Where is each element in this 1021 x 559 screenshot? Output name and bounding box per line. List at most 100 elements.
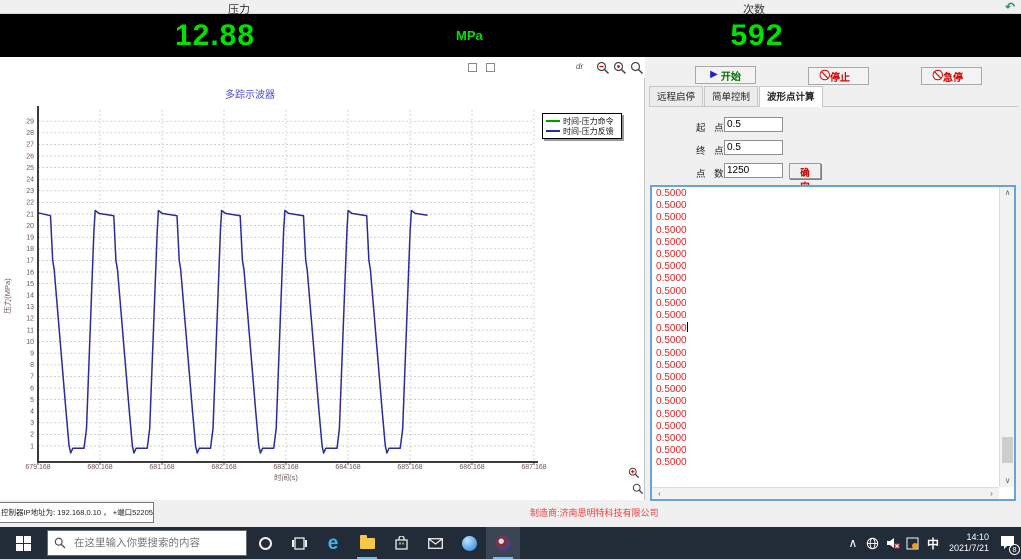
zoom-region-icon[interactable]	[613, 61, 627, 75]
mail-button[interactable]	[418, 527, 452, 559]
chart-panel: dr 多踪示波器 1234567891011121314151617181920…	[0, 57, 645, 500]
tab-1[interactable]: 远程启停	[649, 86, 703, 106]
network-globe-icon[interactable]	[863, 527, 883, 559]
y-tick-label: 17	[26, 258, 34, 265]
y-tick-label: 7	[30, 374, 34, 381]
start-menu-button[interactable]	[0, 527, 46, 559]
hidden-icons-chevron[interactable]: ∧	[843, 527, 863, 559]
y-tick-label: 14	[26, 293, 34, 300]
y-zoom-icon[interactable]	[632, 483, 644, 495]
notification-badge: 8	[1009, 544, 1020, 555]
task-view-button[interactable]	[282, 527, 316, 559]
y-tick-label: 28	[26, 130, 34, 137]
point-value-row: 0.5000	[656, 212, 998, 224]
app-window: 压力 次数 ↶ 12.88 MPa 592 dr	[0, 0, 1021, 559]
y-tick-label: 11	[27, 327, 34, 334]
y-tick-label: 22	[26, 200, 34, 207]
point-value-row: 0.5000	[656, 261, 998, 273]
points-rows: 0.50000.50000.50000.50000.50000.50000.50…	[652, 188, 998, 486]
cortana-icon	[259, 537, 272, 550]
taskbar: e ∧	[0, 527, 1021, 559]
legend-line-swatch	[546, 130, 560, 132]
cursor-tool-icon[interactable]: dr	[576, 62, 583, 71]
y-tick-label: 4	[30, 409, 34, 416]
scroll-right-icon[interactable]: ›	[984, 488, 999, 500]
y-tick-label: 10	[26, 339, 34, 346]
store-button[interactable]	[384, 527, 418, 559]
edge-button[interactable]: e	[316, 527, 350, 559]
y-tick-label: 25	[26, 165, 34, 172]
point-value-row: 0.5000	[656, 396, 998, 408]
tray-app-icon[interactable]	[903, 527, 923, 559]
store-bag-icon	[395, 536, 408, 550]
edge-icon: e	[328, 534, 339, 553]
clock-date: 2021/7/21	[949, 543, 989, 554]
text-caret	[687, 322, 688, 332]
tab-strip: 远程启停简单控制波形点计算	[649, 90, 1018, 107]
point-value-row: 0.5000	[656, 348, 998, 360]
undo-icon[interactable]: ↶	[1005, 0, 1015, 14]
legend-label: 时间-压力反馈	[563, 126, 614, 137]
y-tick-label: 3	[30, 420, 34, 427]
manufacturer-label: 制造商:济南思明特科技有限公司	[530, 506, 659, 519]
browser-button[interactable]	[452, 527, 486, 559]
series-时间-压力反馈	[38, 211, 428, 454]
x-tick-label: 680.168	[87, 464, 112, 471]
point-value-row: 0.5000	[656, 360, 998, 372]
action-center-button[interactable]: 8	[995, 527, 1021, 559]
tab-3[interactable]: 波形点计算	[759, 86, 823, 107]
point-value-row: 0.5000	[656, 286, 998, 298]
active-app-button[interactable]	[486, 527, 520, 559]
point-value-row: 0.5000	[656, 249, 998, 261]
browser-globe-icon	[462, 536, 477, 551]
estop-button[interactable]: ⃠ 急停	[921, 67, 982, 85]
y-tick-label: 9	[30, 351, 34, 358]
point-count-input[interactable]	[724, 163, 783, 178]
volume-muted-icon[interactable]	[883, 527, 903, 559]
taskbar-search[interactable]	[47, 530, 247, 556]
tab-2[interactable]: 简单控制	[704, 86, 758, 106]
start-button[interactable]: ▶ 开始	[695, 66, 756, 84]
scroll-left-icon[interactable]: ‹	[652, 488, 667, 500]
search-icon	[54, 537, 66, 549]
scrollbar-thumb[interactable]	[1002, 437, 1013, 463]
taskbar-clock[interactable]: 14:10 2021/7/21	[949, 532, 989, 554]
cortana-button[interactable]	[248, 527, 282, 559]
points-textbox[interactable]: 0.50000.50000.50000.50000.50000.50000.50…	[650, 185, 1016, 501]
x-tick-label: 685.168	[397, 464, 422, 471]
x-tick-label: 684.168	[335, 464, 360, 471]
file-explorer-button[interactable]	[350, 527, 384, 559]
scroll-up-icon[interactable]: ∧	[1000, 187, 1015, 199]
trace1-checkbox[interactable]	[468, 63, 477, 72]
y-tick-label: 12	[26, 316, 34, 323]
zoom-in-icon[interactable]	[630, 61, 644, 75]
end-point-input[interactable]	[724, 140, 783, 155]
app-logo-icon	[496, 536, 511, 551]
scroll-down-icon[interactable]: ∨	[1000, 475, 1015, 487]
horizontal-scrollbar[interactable]: ‹ ›	[652, 487, 999, 499]
y-tick-label: 1	[30, 443, 34, 450]
folder-icon	[360, 538, 375, 549]
numeric-display: 12.88 MPa 592	[0, 14, 1021, 57]
point-value-row: 0.5000	[656, 457, 998, 469]
y-axis-title: 压力(MPa)	[2, 278, 12, 314]
task-view-icon	[292, 537, 307, 550]
point-value-row: 0.5000	[656, 225, 998, 237]
ime-indicator[interactable]: 中	[923, 527, 943, 559]
stop-button[interactable]: ⃠ 停止	[808, 67, 869, 85]
trace2-checkbox[interactable]	[486, 63, 495, 72]
vertical-scrollbar[interactable]: ∧ ∨	[999, 187, 1014, 487]
y-tick-label: 15	[26, 281, 34, 288]
zoom-out-icon[interactable]	[596, 61, 610, 75]
start-point-input[interactable]	[724, 117, 783, 132]
point-value-row: 0.5000	[656, 200, 998, 212]
y-tick-label: 8	[30, 362, 34, 369]
end-point-label: 终 点	[696, 143, 727, 157]
point-value-row: 0.5000	[656, 273, 998, 285]
x-zoom-icon[interactable]	[628, 467, 640, 479]
clock-time: 14:10	[949, 532, 989, 543]
ok-button[interactable]: 确定	[789, 163, 821, 179]
y-tick-label: 20	[26, 223, 34, 230]
search-input[interactable]	[72, 536, 232, 550]
y-tick-label: 29	[26, 119, 34, 126]
